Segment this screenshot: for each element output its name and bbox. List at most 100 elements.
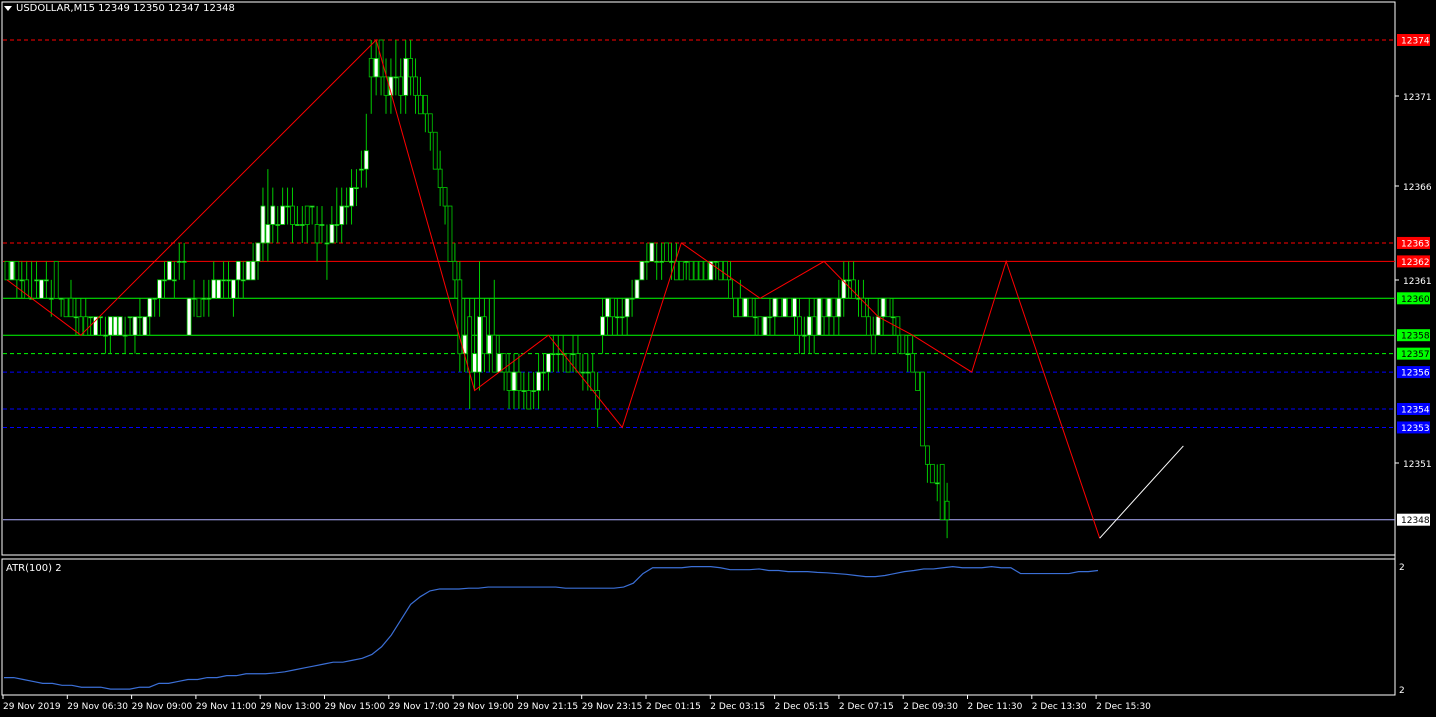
candle-body xyxy=(654,260,660,263)
candle-body xyxy=(787,297,792,318)
candle-body xyxy=(934,482,940,485)
atr-bottom-label: 2 xyxy=(1399,686,1405,696)
symbol-header: USDOLLAR,M15 12349 12350 12347 12348 xyxy=(16,3,235,14)
candle-body xyxy=(880,297,886,318)
price-tick-label: 12371 xyxy=(1403,93,1432,103)
candle-body xyxy=(610,297,615,318)
candle-body xyxy=(34,279,39,282)
candle-body xyxy=(614,316,620,319)
candle-body xyxy=(339,205,345,225)
candle-body xyxy=(354,187,359,190)
dropdown-triangle-icon[interactable] xyxy=(4,6,12,11)
level-tag-label: 12360 xyxy=(1401,295,1430,305)
candle-body xyxy=(201,297,207,300)
candle-body xyxy=(437,168,443,188)
time-tick-label: 29 Nov 15:00 xyxy=(325,702,386,712)
time-tick-label: 2 Dec 07:15 xyxy=(839,702,894,712)
candle-body xyxy=(280,205,286,225)
candle-body xyxy=(895,316,901,336)
candle-body xyxy=(349,187,354,207)
candle-body xyxy=(698,260,704,281)
candle-body xyxy=(240,279,246,282)
candle-body xyxy=(821,297,827,318)
candle-body xyxy=(78,316,84,336)
time-tick-label: 29 Nov 23:15 xyxy=(582,702,643,712)
level-tag-label: 12362 xyxy=(1401,258,1430,268)
candle-body xyxy=(270,205,276,225)
candle-body xyxy=(762,316,768,336)
level-tag-label: 12357 xyxy=(1401,350,1430,360)
candle-body xyxy=(191,297,197,300)
candle-body xyxy=(432,131,438,170)
candle-body xyxy=(265,224,271,244)
candle-body xyxy=(619,316,625,319)
candle-body xyxy=(373,58,379,78)
candle-body xyxy=(358,168,364,171)
time-tick-label: 29 Nov 21:15 xyxy=(517,702,578,712)
atr-top-label: 2 xyxy=(1399,563,1405,573)
candle-body xyxy=(723,260,729,281)
atr-indicator-label: ATR(100) 2 xyxy=(6,563,62,574)
candle-body xyxy=(905,353,911,356)
candle-body xyxy=(659,260,665,263)
candle-body xyxy=(167,260,172,281)
candle-body xyxy=(688,260,694,281)
candle-body xyxy=(447,205,453,262)
candle-body xyxy=(63,297,69,318)
candle-body xyxy=(299,224,305,226)
candle-body xyxy=(152,297,158,300)
candle-body xyxy=(334,224,340,226)
candle-body xyxy=(290,205,295,225)
candle-body xyxy=(413,76,418,96)
candle-body xyxy=(600,316,605,336)
candle-body xyxy=(304,205,310,225)
time-tick-label: 29 Nov 13:00 xyxy=(260,702,321,712)
candle-body xyxy=(88,316,94,319)
candle-body xyxy=(255,242,261,262)
level-tag-label: 12354 xyxy=(1401,406,1430,416)
candle-body xyxy=(260,205,266,244)
candle-body xyxy=(703,260,709,281)
candle-body xyxy=(531,390,537,392)
level-tag-label: 12358 xyxy=(1401,332,1430,342)
candle-body xyxy=(900,334,906,355)
candle-body xyxy=(870,334,876,355)
candle-body xyxy=(678,260,684,281)
candle-body xyxy=(309,205,315,208)
candle-body xyxy=(107,316,113,336)
candle-body xyxy=(757,316,763,336)
candle-body xyxy=(176,260,182,263)
candle-body xyxy=(669,260,674,263)
candle-body xyxy=(885,297,891,318)
candle-body xyxy=(4,260,10,281)
candle-body xyxy=(865,316,871,336)
candle-body xyxy=(536,371,541,391)
candle-body xyxy=(944,500,950,521)
candle-body xyxy=(472,353,477,373)
candle-body xyxy=(127,316,133,319)
candle-body xyxy=(39,279,44,299)
chart-title-bar[interactable]: USDOLLAR,M15 12349 12350 12347 12348 xyxy=(4,3,235,14)
candle-body xyxy=(491,334,497,373)
candle-body xyxy=(211,279,217,299)
candle-body xyxy=(142,316,148,336)
candle-body xyxy=(639,260,645,281)
candle-body xyxy=(590,371,596,391)
candle-body xyxy=(782,297,788,318)
candle-body xyxy=(693,260,699,281)
candle-body xyxy=(147,297,153,318)
candle-body xyxy=(526,390,532,410)
time-tick-label: 29 Nov 09:00 xyxy=(132,702,193,712)
candle-body xyxy=(324,242,330,245)
candle-body xyxy=(801,334,807,337)
candle-body xyxy=(422,94,428,115)
candle-body xyxy=(14,260,20,281)
candle-body xyxy=(403,58,409,96)
candle-body xyxy=(605,297,610,318)
candle-body xyxy=(575,353,581,373)
time-tick-label: 2 Dec 15:30 xyxy=(1096,702,1151,712)
candle-body xyxy=(206,297,212,300)
candle-body xyxy=(747,297,753,318)
candle-body xyxy=(231,279,236,299)
candle-body xyxy=(580,371,586,374)
